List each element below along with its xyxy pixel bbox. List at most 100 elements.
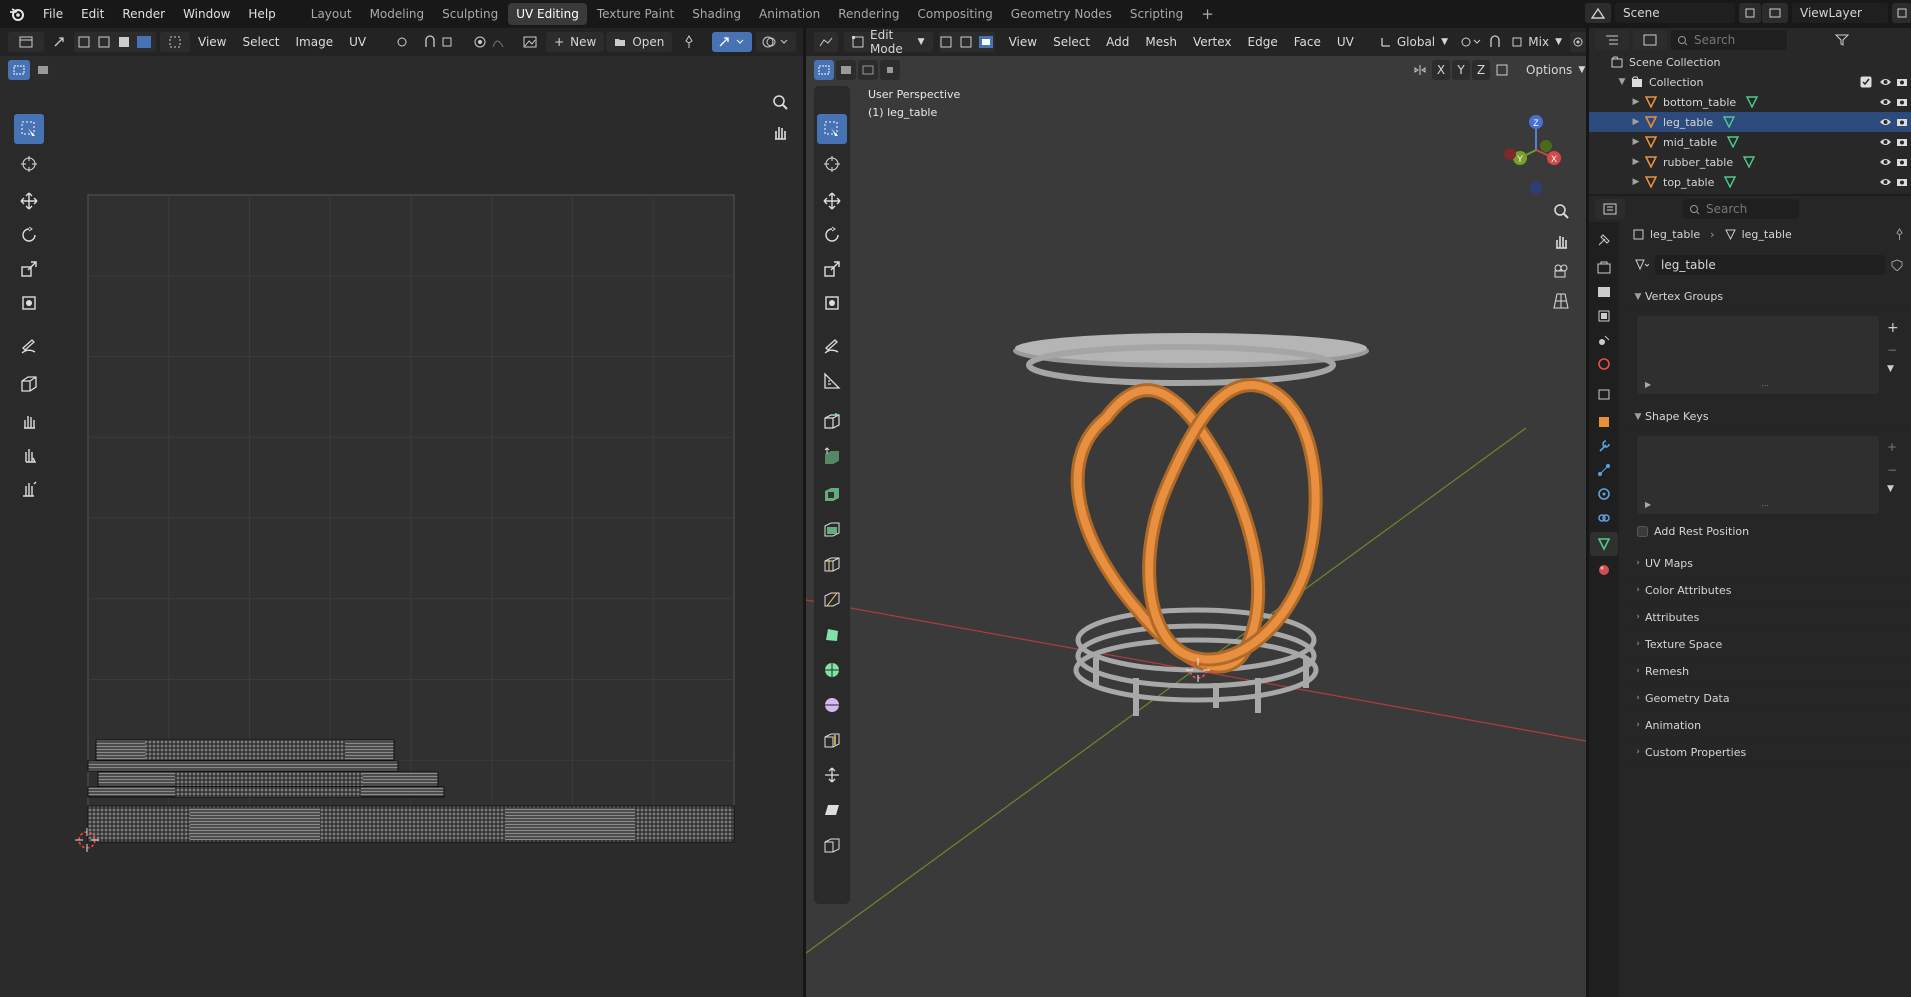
tab-sculpting[interactable]: Sculpting — [434, 3, 506, 25]
outliner-object-row[interactable]: ▶ rubber_table — [1589, 152, 1911, 172]
constraints-tab-icon[interactable] — [1590, 506, 1618, 530]
list-resize-handle-icon[interactable]: ⋯ — [1761, 381, 1769, 390]
vertex-groups-list[interactable]: ▶ ⋯ — [1637, 316, 1879, 394]
pin-icon[interactable] — [1894, 227, 1905, 241]
collapsed-panel-header[interactable]: › UV Maps — [1623, 550, 1911, 577]
collection-tab-icon[interactable] — [1590, 382, 1618, 406]
perspective-toggle-icon[interactable] — [1548, 288, 1574, 314]
camera-icon[interactable] — [1896, 117, 1908, 127]
collapsed-panel-header[interactable]: › Texture Space — [1623, 631, 1911, 658]
shear-tool[interactable] — [817, 795, 847, 825]
chevron-down-icon[interactable]: ▼ — [1615, 77, 1629, 87]
edge-slide-tool[interactable] — [817, 725, 847, 755]
fake-user-shield-icon[interactable] — [1891, 259, 1903, 271]
smooth-tool[interactable] — [817, 690, 847, 720]
tab-shading[interactable]: Shading — [684, 3, 749, 25]
viewport-scene[interactable] — [806, 28, 1586, 997]
scale-tool[interactable] — [817, 254, 847, 284]
collapsed-panel-header[interactable]: › Geometry Data — [1623, 685, 1911, 712]
mirror-y-toggle[interactable]: Y — [1452, 60, 1470, 80]
options-dropdown[interactable]: Options ▼ — [1520, 60, 1586, 80]
list-resize-handle-icon[interactable]: ⋯ — [1761, 501, 1769, 510]
knife-tool[interactable] — [817, 584, 847, 614]
collapsed-panel-header[interactable]: › Color Attributes — [1623, 577, 1911, 604]
collapsed-panel-header[interactable]: › Animation — [1623, 712, 1911, 739]
scene-name-field[interactable]: Scene — [1615, 3, 1735, 23]
chevron-right-icon[interactable]: ▶ — [1629, 157, 1643, 167]
tab-animation[interactable]: Animation — [751, 3, 828, 25]
outliner-editor-type-icon[interactable] — [1595, 30, 1629, 50]
mesh-name-field[interactable]: leg_table — [1655, 255, 1885, 275]
select-new-icon[interactable] — [814, 60, 834, 80]
view-layer-tab-icon[interactable] — [1590, 304, 1618, 328]
add-shape-key-button[interactable]: + — [1887, 440, 1897, 454]
add-cube-tool[interactable] — [817, 406, 847, 436]
camera-icon[interactable] — [1896, 177, 1908, 187]
outliner-object-row[interactable]: ▶ mid_table — [1589, 132, 1911, 152]
chevron-right-icon[interactable]: ▶ — [1629, 137, 1643, 147]
select-box-tool[interactable] — [817, 114, 847, 144]
remove-vertex-group-button[interactable]: − — [1887, 343, 1897, 357]
menu-file[interactable]: File — [34, 0, 72, 28]
shrink-fatten-tool[interactable] — [817, 760, 847, 790]
collection-row[interactable]: ▼ Collection — [1589, 72, 1911, 92]
shape-keys-list[interactable]: ▶ ⋯ — [1637, 436, 1879, 514]
cursor-tool[interactable] — [817, 149, 847, 179]
chevron-right-icon[interactable]: ▶ — [1629, 97, 1643, 107]
extrude-region-tool[interactable] — [817, 440, 847, 470]
rip-region-tool[interactable] — [817, 830, 847, 860]
properties-editor-type-icon[interactable] — [1595, 199, 1625, 219]
uv-editor[interactable]: View Select Image UV + New Open — [0, 28, 803, 997]
particles-tab-icon[interactable] — [1590, 458, 1618, 482]
add-vertex-group-button[interactable]: + — [1887, 320, 1899, 336]
mesh-data-icon[interactable] — [1727, 136, 1740, 148]
shape-keys-panel-header[interactable]: ▼ Shape Keys — [1623, 406, 1911, 428]
auto-merge-icon[interactable] — [1492, 60, 1512, 80]
material-tab-icon[interactable] — [1590, 558, 1618, 582]
add-rest-position-checkbox[interactable] — [1637, 525, 1648, 537]
viewport-menu-vertex[interactable]: Vertex — [1185, 35, 1240, 49]
viewport-editor-type-icon[interactable] — [814, 32, 839, 52]
viewlayer-name-field[interactable]: ViewLayer — [1792, 3, 1888, 23]
transform-tool[interactable] — [817, 288, 847, 318]
tab-modeling[interactable]: Modeling — [362, 3, 433, 25]
eye-icon[interactable] — [1879, 177, 1892, 187]
select-extend-icon[interactable] — [836, 60, 856, 80]
mesh-select-mode-buttons[interactable] — [938, 32, 995, 52]
new-scene-icon[interactable] — [1739, 3, 1761, 23]
viewport-menu-view[interactable]: View — [1001, 35, 1045, 49]
modifier-tab-icon[interactable] — [1590, 434, 1618, 458]
mesh-data-tab-icon[interactable] — [1590, 532, 1618, 556]
tab-rendering[interactable]: Rendering — [830, 3, 907, 25]
collapsed-panel-header[interactable]: › Attributes — [1623, 604, 1911, 631]
proportional-editing-icon[interactable] — [1570, 32, 1586, 52]
blender-logo-icon[interactable] — [0, 0, 34, 28]
properties-search-field[interactable]: Search — [1683, 199, 1799, 219]
viewport-menu-face[interactable]: Face — [1286, 35, 1329, 49]
zoom-icon[interactable] — [1548, 198, 1574, 224]
breadcrumb-mesh-data[interactable]: leg_table — [1742, 228, 1792, 241]
transform-orientation-dropdown[interactable]: Global ▼ — [1374, 32, 1454, 52]
tab-scripting[interactable]: Scripting — [1122, 3, 1191, 25]
eye-icon[interactable] — [1879, 157, 1892, 167]
tab-compositing[interactable]: Compositing — [909, 3, 1000, 25]
snap-magnet-icon[interactable] — [1487, 32, 1503, 52]
viewport-menu-uv[interactable]: UV — [1329, 35, 1362, 49]
eye-icon[interactable] — [1879, 117, 1892, 127]
tab-texture-paint[interactable]: Texture Paint — [589, 3, 682, 25]
tab-layout[interactable]: Layout — [303, 3, 360, 25]
3d-viewport[interactable]: Edit Mode ▼ View Select Add Mesh Vertex … — [806, 28, 1586, 997]
vertex-group-specials-chevron-icon[interactable]: ▼ — [1887, 364, 1894, 374]
render-tab-icon[interactable] — [1590, 256, 1618, 280]
chevron-right-icon[interactable]: ▶ — [1629, 117, 1643, 127]
outliner-object-row[interactable]: ▶ leg_table — [1589, 112, 1911, 132]
object-tab-icon[interactable] — [1590, 410, 1618, 434]
measure-tool[interactable] — [817, 366, 847, 396]
display-mode-icon[interactable] — [1633, 30, 1667, 50]
scene-tab-icon[interactable] — [1590, 328, 1618, 352]
eye-icon[interactable] — [1879, 137, 1892, 147]
physics-tab-icon[interactable] — [1590, 482, 1618, 506]
world-tab-icon[interactable] — [1590, 352, 1618, 376]
collection-checkbox[interactable] — [1860, 76, 1872, 88]
mesh-browse-icon[interactable] — [1629, 255, 1655, 275]
